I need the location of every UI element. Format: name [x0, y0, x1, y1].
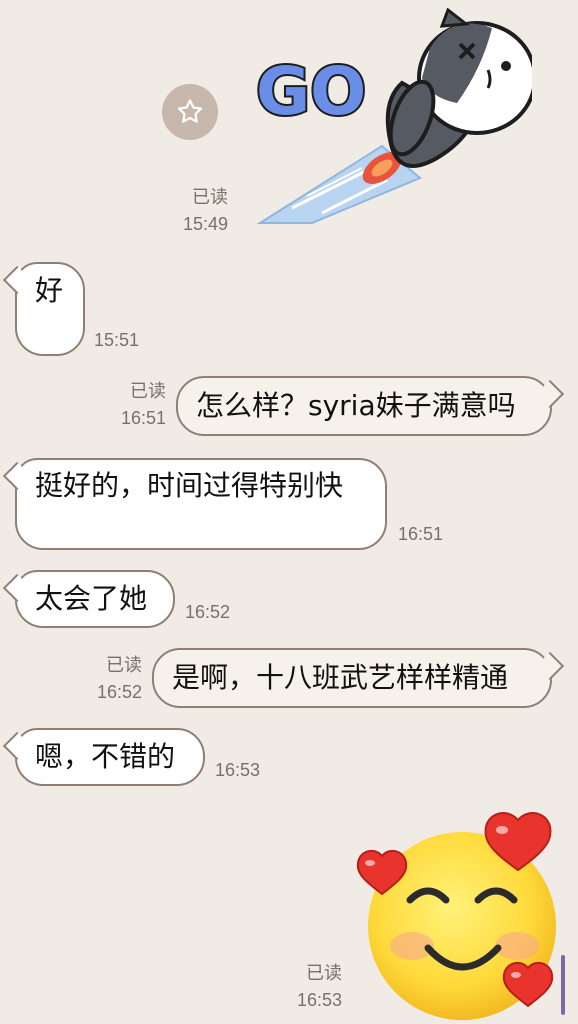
message-timestamp: 16:52: [96, 682, 142, 702]
incoming-message-bubble[interactable]: 太会了她: [2, 570, 175, 628]
message-text: 怎么样？syria妹子满意吗: [196, 389, 516, 422]
incoming-message-bubble[interactable]: 挺好的，时间过得特别快: [2, 458, 387, 550]
message-timestamp: 16:53: [215, 760, 261, 780]
bubble-tail: [535, 379, 565, 409]
bubble-tail: [2, 573, 32, 603]
message-text: 是啊，十八班武艺样样精通: [172, 661, 509, 694]
read-receipt: 已读: [130, 381, 166, 401]
message-timestamp: 16:51: [398, 524, 444, 544]
message-timestamp: 15:51: [94, 330, 140, 350]
smiling-face-with-hearts-sticker[interactable]: [352, 808, 562, 1020]
bubble-tail: [2, 731, 32, 761]
outgoing-message-bubble[interactable]: 怎么样？syria妹子满意吗: [176, 376, 565, 436]
bubble-tail: [2, 265, 32, 295]
message-text: 太会了她: [35, 582, 148, 615]
add-sticker-favorite-button[interactable]: [162, 84, 218, 140]
scrollbar[interactable]: [561, 955, 565, 1015]
message-timestamp: 16:51: [120, 408, 166, 428]
read-receipt: 已读: [106, 655, 142, 675]
chat-view: GO 已读 15:49 好 15:51 已读 16:51 怎么样？syria妹子…: [0, 0, 578, 1024]
star-icon: [177, 99, 203, 123]
message-text: 好: [35, 274, 64, 307]
message-text: 嗯，不错的: [35, 740, 176, 773]
bubble-tail: [2, 461, 32, 491]
message-timestamp: 15:49: [182, 214, 228, 234]
cat-rocket-go-sticker[interactable]: GO: [252, 8, 532, 228]
message-timestamp: 16:53: [296, 990, 342, 1010]
outgoing-message-bubble[interactable]: 是啊，十八班武艺样样精通: [152, 648, 565, 708]
message-text: 挺好的，时间过得特别快: [35, 469, 344, 502]
read-receipt: 已读: [306, 963, 342, 983]
incoming-message-bubble[interactable]: 嗯，不错的: [2, 728, 205, 786]
read-receipt: 已读: [192, 187, 228, 207]
bubble-tail: [535, 651, 565, 681]
message-timestamp: 16:52: [185, 602, 231, 622]
go-sticker-text: GO: [256, 53, 366, 130]
incoming-message-bubble[interactable]: 好: [2, 262, 85, 356]
